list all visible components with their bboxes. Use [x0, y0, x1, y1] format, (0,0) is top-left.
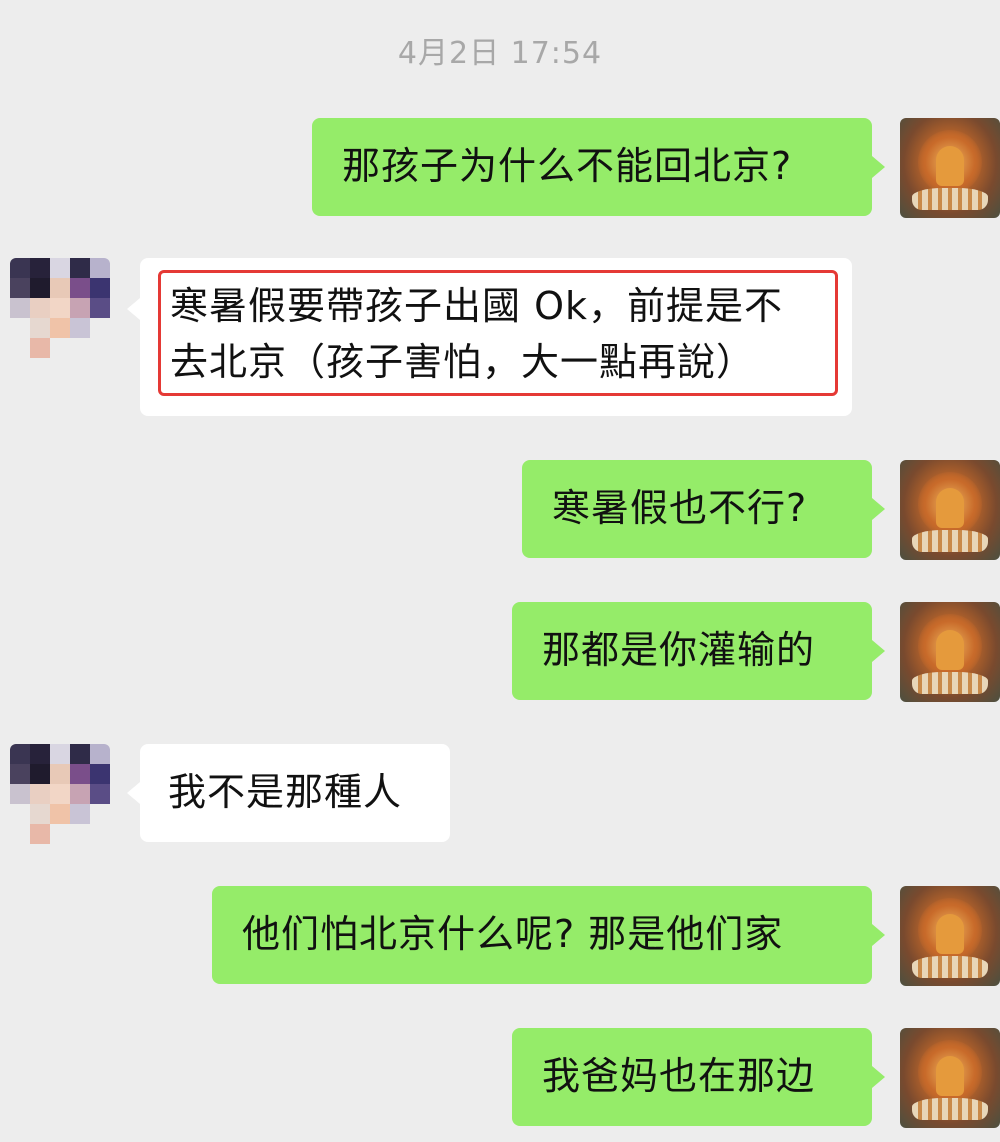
message-bubble-received[interactable]: 我不是那種人 — [140, 744, 450, 842]
their-avatar-icon[interactable] — [10, 258, 110, 358]
message-row: 寒暑假也不行? — [0, 460, 1000, 560]
message-text: 那都是你灌输的 — [542, 628, 816, 672]
message-text: 我爸妈也在那边 — [542, 1054, 816, 1098]
my-avatar-icon[interactable] — [900, 118, 1000, 218]
bubble-tail — [872, 156, 885, 178]
bubble-tail — [872, 1066, 885, 1088]
message-row: 我爸妈也在那边 — [0, 1028, 1000, 1128]
my-avatar-icon[interactable] — [900, 1028, 1000, 1128]
message-bubble-sent[interactable]: 那孩子为什么不能回北京? — [312, 118, 872, 216]
message-text-line-2: 去北京（孩子害怕，大一點再說） — [170, 340, 756, 384]
message-row: 我不是那種人 — [0, 744, 1000, 844]
message-row: 寒暑假要帶孩子出國 Ok，前提是不 去北京（孩子害怕，大一點再說） — [0, 258, 1000, 418]
message-bubble-sent[interactable]: 那都是你灌输的 — [512, 602, 872, 700]
message-row: 那都是你灌输的 — [0, 602, 1000, 702]
message-bubble-sent[interactable]: 我爸妈也在那边 — [512, 1028, 872, 1126]
my-avatar-icon[interactable] — [900, 886, 1000, 986]
bubble-tail — [127, 298, 140, 320]
bubble-tail — [127, 782, 140, 804]
bubble-tail — [872, 640, 885, 662]
chat-timestamp: 4月2日 17:54 — [397, 36, 603, 71]
message-bubble-received[interactable]: 寒暑假要帶孩子出國 Ok，前提是不 去北京（孩子害怕，大一點再說） — [140, 258, 852, 416]
bubble-tail — [872, 924, 885, 946]
message-row: 那孩子为什么不能回北京? — [0, 118, 1000, 218]
message-text-line-1: 寒暑假要帶孩子出國 Ok，前提是不 — [170, 284, 783, 328]
message-text: 那孩子为什么不能回北京? — [342, 144, 793, 188]
message-bubble-sent[interactable]: 他们怕北京什么呢? 那是他们家 — [212, 886, 872, 984]
message-bubble-sent[interactable]: 寒暑假也不行? — [522, 460, 872, 558]
message-row: 他们怕北京什么呢? 那是他们家 — [0, 886, 1000, 986]
bubble-tail — [872, 498, 885, 520]
message-text: 我不是那種人 — [168, 770, 403, 814]
message-text: 寒暑假也不行? — [552, 486, 808, 530]
their-avatar-icon[interactable] — [10, 744, 110, 844]
message-text: 他们怕北京什么呢? 那是他们家 — [242, 912, 784, 956]
my-avatar-icon[interactable] — [900, 460, 1000, 560]
my-avatar-icon[interactable] — [900, 602, 1000, 702]
